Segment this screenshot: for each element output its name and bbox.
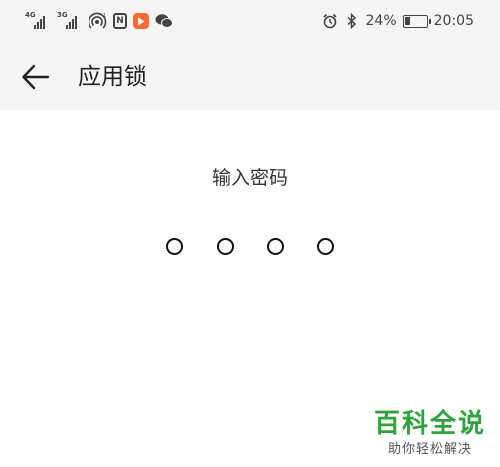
sim1-signal-icon: 4G	[25, 12, 51, 30]
status-time: 20:05	[433, 13, 474, 29]
bluetooth-icon	[347, 13, 356, 29]
watermark-subtitle: 助你轻松解决	[387, 442, 472, 457]
status-bar-right: 24% 20:05	[322, 11, 474, 31]
back-button[interactable]	[20, 62, 52, 92]
hotspot-icon: 1	[89, 12, 107, 29]
pin-dots	[0, 238, 500, 258]
watermark-title: 百科全说	[373, 409, 486, 439]
page-title: 应用锁	[78, 64, 147, 90]
pin-dot	[217, 238, 234, 255]
battery-percent: 24%	[365, 13, 397, 29]
pin-dot	[317, 238, 334, 255]
pin-dot	[166, 238, 183, 255]
arrow-left-icon	[22, 64, 50, 90]
watermark-logo: 百科全说 助你轻松解决	[374, 409, 486, 459]
sim2-signal-icon: 3G	[57, 12, 83, 30]
app-toolbar: 应用锁	[0, 44, 500, 110]
alarm-icon	[322, 13, 337, 29]
pin-dot	[267, 238, 284, 255]
battery-level-fill	[405, 17, 410, 25]
hotspot-badge: 1	[103, 13, 106, 19]
status-bar: 4G 3G 1 N 24% 20:05	[0, 0, 500, 44]
nfc-icon: N	[113, 13, 127, 29]
app-notification-icon	[133, 13, 149, 29]
battery-icon	[402, 14, 431, 28]
password-prompt: 输入密码	[211, 167, 288, 189]
status-bar-left: 4G 3G 1 N	[25, 11, 173, 31]
wechat-icon	[155, 14, 173, 28]
